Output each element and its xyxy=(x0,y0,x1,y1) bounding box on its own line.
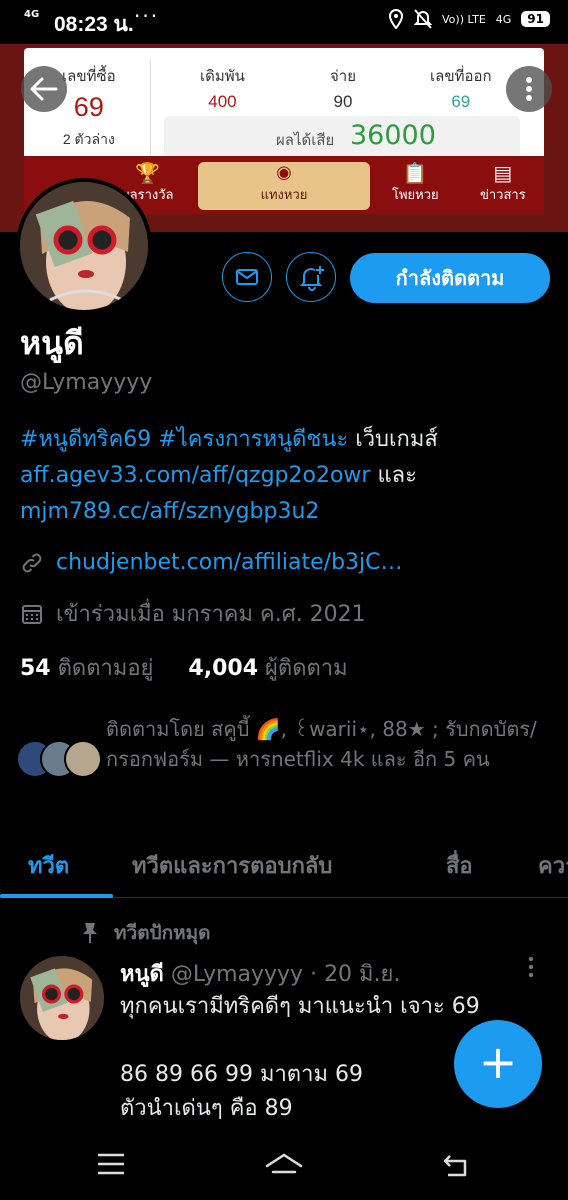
tab-media[interactable]: สื่อ xyxy=(446,848,473,883)
tweet-more-button[interactable] xyxy=(528,956,534,984)
home-icon xyxy=(265,1153,303,1174)
pay-label: จ่าย xyxy=(330,68,357,85)
more-vertical-icon xyxy=(526,77,532,101)
back-nav-button[interactable] xyxy=(442,1152,472,1182)
pay-value: 90 xyxy=(333,92,353,111)
bio-link[interactable]: aff.agev33.com/aff/qzgp2o2owr xyxy=(20,463,370,488)
followers-link[interactable]: 4,004 ผู้ติดตาม xyxy=(188,656,347,681)
profile-bio: #หนูดีทริค69 #ไครงการหนูดีชนะ เว็บเกมส์ … xyxy=(20,422,550,530)
profit-label: ผลได้เสีย xyxy=(276,131,335,149)
result-value: 69 xyxy=(451,92,471,111)
nav-tips: 📋 โพยหวย xyxy=(392,161,439,203)
menu-icon xyxy=(98,1153,124,1175)
home-button[interactable] xyxy=(264,1152,304,1182)
mail-icon xyxy=(236,269,258,285)
tweet-avatar[interactable] xyxy=(20,956,104,1040)
more-vertical-icon xyxy=(528,956,534,978)
notification-dots: ··· xyxy=(134,4,160,28)
tab-tweets-replies[interactable]: ทวีตและการตอบกลับ xyxy=(132,848,332,883)
website-row: chudjenbet.com/affiliate/b3jC… xyxy=(20,550,403,575)
profit-value: 36000 xyxy=(350,120,436,151)
ticket-column: เลขที่ซื้อ 69 2 ตัวล่าง xyxy=(62,64,116,151)
bet-label: เดิมพัน xyxy=(200,68,245,85)
active-tab-indicator xyxy=(0,894,113,898)
followers-count: 4,004 xyxy=(188,656,259,681)
lte-indicator: Vo)) LTE xyxy=(442,12,486,26)
pinned-label: ทวีตปักหมุด xyxy=(80,918,210,948)
follow-stats: 54 ติดตามอยู่ 4,004 ผู้ติดตาม xyxy=(20,650,348,685)
network-indicator: 4G xyxy=(24,9,40,20)
bio-link[interactable]: mjm789.cc/aff/sznygbp3u2 xyxy=(20,499,319,524)
battery-icon: 91 xyxy=(521,11,550,27)
arrow-left-icon xyxy=(30,77,58,101)
tweet-handle[interactable]: @Lymayyyy xyxy=(171,962,303,987)
joined-row: เข้าร่วมเมื่อ มกราคม ค.ศ. 2021 xyxy=(20,596,366,631)
more-options-button[interactable] xyxy=(506,66,552,112)
checklist-icon: 📋 xyxy=(402,161,428,185)
following-link[interactable]: 54 ติดตามอยู่ xyxy=(20,656,153,681)
tweet-author[interactable]: หนูดี xyxy=(120,962,164,987)
profit-box: ผลได้เสีย 36000 xyxy=(164,116,520,160)
joined-date: เข้าร่วมเมื่อ มกราคม ค.ศ. 2021 xyxy=(56,602,366,627)
nav-bet: ◉ แทงหวย xyxy=(198,162,370,210)
signal-indicator: 4G xyxy=(495,12,512,26)
pay-column: จ่าย 90 xyxy=(330,64,356,112)
following-label: ติดตามอยู่ xyxy=(57,656,154,681)
trophy-icon: 🏆 xyxy=(135,161,161,185)
hashtag-link[interactable]: #ไครงการหนูดีชนะ xyxy=(158,427,348,452)
system-nav-bar xyxy=(0,1134,568,1200)
recents-button[interactable] xyxy=(96,1152,126,1180)
tab-likes[interactable]: ควา xyxy=(538,848,568,883)
status-icons: Vo)) LTE 4G 91 xyxy=(388,9,550,29)
mute-bell-icon xyxy=(414,9,432,29)
ticket-label: เลขที่ซื้อ xyxy=(62,68,116,85)
calendar-icon xyxy=(22,604,42,624)
followers-label: ผู้ติดตาม xyxy=(265,656,348,681)
link-icon xyxy=(22,553,42,572)
avatar-photo xyxy=(20,182,148,310)
avatar-photo xyxy=(20,956,104,1040)
bet-value: 400 xyxy=(208,92,237,111)
status-bar: 4G 08:23 น. ··· Vo)) LTE 4G 91 xyxy=(0,0,568,44)
tweet-header: หนูดี @Lymayyyy · 20 มิ.ย. xyxy=(120,956,400,991)
notify-button[interactable] xyxy=(286,252,336,302)
location-icon xyxy=(388,9,404,29)
ticket-type: 2 ตัวล่าง xyxy=(62,131,115,147)
clock: 08:23 น. xyxy=(54,13,134,36)
follower-avatars xyxy=(16,740,106,784)
following-button[interactable]: กำลังติดตาม xyxy=(350,253,550,303)
back-button[interactable] xyxy=(21,66,67,112)
bio-text: และ xyxy=(377,463,417,488)
tweet-date[interactable]: · 20 มิ.ย. xyxy=(310,962,400,987)
news-icon: ▤ xyxy=(493,161,513,185)
ticket-value: 69 xyxy=(73,92,104,122)
bio-text: เว็บเกมส์ xyxy=(355,427,438,452)
nav-news: ▤ ข่าวสาร xyxy=(480,161,526,203)
profile-name: หนูดี xyxy=(20,324,84,362)
avatar xyxy=(64,740,102,778)
lottery-machine-icon: ◉ xyxy=(276,162,292,183)
tab-tweets[interactable]: ทวีต xyxy=(28,848,69,883)
followed-by[interactable]: ติดตามโดย สคูบี้ 🌈, ꒰warii⋆, 88★ ; รับกด… xyxy=(16,714,556,814)
profile-tabs: ทวีต ทวีตและการตอบกลับ สื่อ ควา xyxy=(0,836,568,898)
hashtag-link[interactable]: #หนูดีทริค69 xyxy=(20,427,151,452)
bell-plus-icon xyxy=(299,266,324,291)
compose-tweet-button[interactable]: + xyxy=(454,1020,542,1108)
following-count: 54 xyxy=(20,656,51,681)
message-button[interactable] xyxy=(222,252,272,302)
website-link[interactable]: chudjenbet.com/affiliate/b3jC… xyxy=(56,550,403,575)
result-column: เลขที่ออก 69 xyxy=(430,64,492,112)
back-icon xyxy=(443,1155,467,1177)
result-label: เลขที่ออก xyxy=(430,68,492,85)
pin-icon xyxy=(83,923,97,943)
profile-avatar[interactable] xyxy=(16,178,152,314)
bet-column: เดิมพัน 400 xyxy=(200,64,245,112)
followed-by-text: ติดตามโดย สคูบี้ 🌈, ꒰warii⋆, 88★ ; รับกด… xyxy=(106,717,537,771)
profile-handle: @Lymayyyy xyxy=(20,370,153,395)
